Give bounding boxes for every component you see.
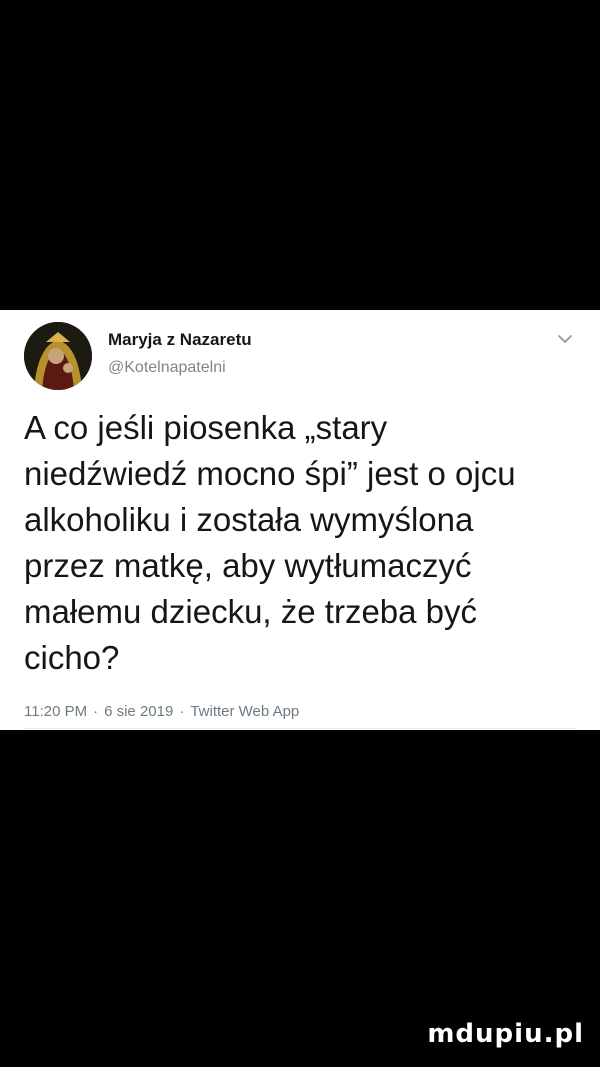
avatar-icon[interactable] bbox=[24, 322, 92, 390]
divider bbox=[24, 728, 576, 729]
tweet-time[interactable]: 11:20 PM bbox=[24, 701, 87, 723]
site-watermark: mdupiu.pl bbox=[427, 1019, 584, 1049]
tweet-source[interactable]: Twitter Web App bbox=[190, 701, 299, 723]
meta-separator: · bbox=[179, 703, 185, 720]
meta-separator: · bbox=[93, 703, 99, 720]
user-block: Maryja z Nazaretu @Kotelnapatelni bbox=[108, 328, 252, 380]
tweet-card[interactable]: Maryja z Nazaretu @Kotelnapatelni A co j… bbox=[0, 310, 600, 730]
tweet-header: Maryja z Nazaretu @Kotelnapatelni bbox=[24, 322, 580, 394]
tweet-date[interactable]: 6 sie 2019 bbox=[104, 701, 173, 723]
tweet-meta: 11:20 PM · 6 sie 2019 · Twitter Web App bbox=[24, 701, 299, 723]
user-handle[interactable]: @Kotelnapatelni bbox=[108, 356, 252, 380]
tweet-text: A co jeśli piosenka „stary niedźwiedź mo… bbox=[24, 409, 516, 676]
display-name[interactable]: Maryja z Nazaretu bbox=[108, 328, 252, 352]
meme-page: Maryja z Nazaretu @Kotelnapatelni A co j… bbox=[0, 0, 600, 1067]
chevron-down-icon[interactable] bbox=[554, 328, 576, 350]
